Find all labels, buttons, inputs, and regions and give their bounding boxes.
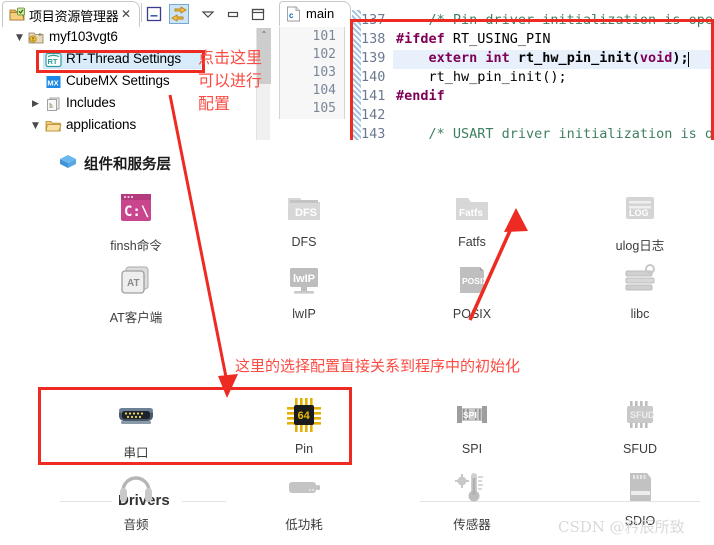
driver-item-label: SPI (461, 442, 483, 456)
tab-project-explorer[interactable]: 项目资源管理器 ✕ (2, 1, 140, 27)
scroll-up-icon[interactable]: ⌃ (257, 28, 271, 42)
tab-main-c[interactable]: c main (279, 1, 351, 26)
sfud-icon: SFUD (617, 392, 663, 438)
lowpower-icon (281, 464, 327, 510)
svg-text:AT: AT (127, 278, 140, 289)
tree-label: CubeMX Settings (66, 73, 170, 88)
c-file-icon: c (286, 6, 301, 22)
drivers-highlight-box (38, 387, 352, 465)
component-item-label: finsh命令 (110, 239, 162, 253)
driver-item-label: 低功耗 (285, 518, 323, 532)
lwip-icon: lwIP (281, 257, 327, 303)
project-icon: c (28, 30, 45, 46)
project-explorer-icon (9, 7, 25, 22)
svg-text:c: c (289, 11, 294, 20)
audio-icon (113, 464, 159, 510)
component-item-label: POSIX (452, 307, 492, 321)
component-item[interactable]: Fatfs Fatfs (424, 185, 520, 249)
view-menu-icon[interactable] (198, 4, 218, 24)
spi-icon: SPI (449, 392, 495, 438)
libc-icon (617, 257, 663, 303)
driver-item[interactable]: 音频 (88, 464, 184, 533)
tree-item-myf103vgt6[interactable]: ▼ c myf103vgt6 (0, 27, 255, 49)
cube-icon (58, 153, 78, 170)
component-item[interactable]: C:\ finsh命令 (88, 185, 184, 254)
annotation-click-here-line1: 点击这里 (198, 50, 263, 67)
driver-item[interactable]: 低功耗 (256, 464, 352, 533)
annotation-click-here-line2: 可以进行 (198, 73, 263, 90)
svg-text:MX: MX (47, 79, 58, 88)
rt-thread-settings-highlight-box (36, 50, 205, 73)
tab-label-project-explorer: 项目资源管理器 (29, 9, 119, 24)
divider-right (182, 501, 226, 502)
minimize-icon[interactable] (223, 4, 243, 24)
svg-text:SFUD: SFUD (630, 410, 655, 420)
driver-item[interactable]: SPI SPI (424, 392, 520, 456)
annotation-click-here-line3: 配置 (198, 96, 231, 113)
svg-text:SPI: SPI (463, 410, 477, 420)
explorer-tab-row: 项目资源管理器 ✕ (0, 0, 272, 27)
component-item[interactable]: AT AT客户端 (88, 257, 184, 326)
sensor-icon (449, 464, 495, 510)
svg-text:c: c (39, 32, 42, 38)
at-icon: AT (113, 257, 159, 303)
maximize-icon[interactable] (248, 4, 268, 24)
svg-text:C:\: C:\ (124, 204, 149, 220)
component-item[interactable]: POSIX POSIX (424, 257, 520, 321)
svg-text:POSIX: POSIX (462, 276, 488, 286)
line-number: 103 (312, 65, 336, 80)
cubemx-icon: MX (45, 74, 62, 90)
components-section-title: 组件和服务层 (84, 157, 171, 173)
component-item-label: DFS (291, 235, 317, 249)
collapse-all-icon[interactable] (144, 4, 164, 24)
posix-icon: POSIX (449, 257, 495, 303)
tab-label-main: main (306, 6, 335, 21)
line-number: 101 (312, 29, 336, 44)
tree-item-applications[interactable]: ▼ applications (0, 115, 255, 137)
driver-item-label: 音频 (123, 518, 149, 532)
component-item-label: libc (630, 307, 650, 321)
line-number: 102 (312, 47, 336, 62)
rt-thread-settings-panel: 组件和服务层 C:\ finsh命令 DFS DFS Fatfs Fatfs LOG u… (0, 140, 714, 545)
twisty-icon[interactable]: ▶ (32, 99, 39, 109)
driver-item-label: 传感器 (453, 518, 491, 532)
twisty-icon[interactable]: ▼ (16, 33, 23, 43)
svg-text:DFS: DFS (295, 207, 317, 219)
line-number: 105 (312, 101, 336, 116)
finsh-icon: C:\ (113, 185, 159, 231)
close-icon[interactable]: ✕ (121, 7, 131, 21)
driver-item-label: SFUD (622, 442, 658, 456)
svg-text:lwIP: lwIP (293, 273, 315, 285)
component-item[interactable]: libc (592, 257, 688, 321)
component-item-label: lwIP (292, 307, 316, 321)
sdio-icon (617, 464, 663, 510)
tree-label: applications (66, 117, 137, 132)
line-number: 104 (312, 83, 336, 98)
component-item-label: ulog日志 (615, 239, 665, 253)
folder-icon (45, 118, 62, 134)
component-item-label: Fatfs (458, 235, 486, 249)
component-item-label: AT客户端 (109, 311, 163, 325)
driver-item[interactable]: 传感器 (424, 464, 520, 533)
includes-icon: h (45, 96, 62, 112)
driver-item[interactable]: SFUD SFUD (592, 392, 688, 456)
component-item[interactable]: DFS DFS (256, 185, 352, 249)
twisty-icon[interactable]: ▼ (32, 121, 39, 131)
link-with-editor-icon[interactable] (169, 4, 189, 24)
svg-text:h: h (49, 102, 53, 110)
background-editor-pane[interactable]: 101 102 103 104 105 (279, 27, 345, 119)
toolbar-separator (141, 3, 142, 22)
component-item[interactable]: lwIP lwIP (256, 257, 352, 321)
svg-text:LOG: LOG (629, 208, 649, 218)
tree-label: myf103vgt6 (49, 29, 118, 44)
component-item[interactable]: LOG ulog日志 (592, 185, 688, 254)
svg-text:Fatfs: Fatfs (459, 208, 483, 219)
dfs-icon: DFS (281, 185, 327, 231)
tree-label: Includes (66, 95, 116, 110)
ulog-icon: LOG (617, 185, 663, 231)
editor-tab-strip: c main (272, 0, 352, 27)
watermark: CSDN @矜辰所致 (558, 518, 685, 536)
fatfs-icon: Fatfs (449, 185, 495, 231)
annotation-drivers-note: 这里的选择配置直接关系到程序中的初始化 (235, 358, 521, 375)
